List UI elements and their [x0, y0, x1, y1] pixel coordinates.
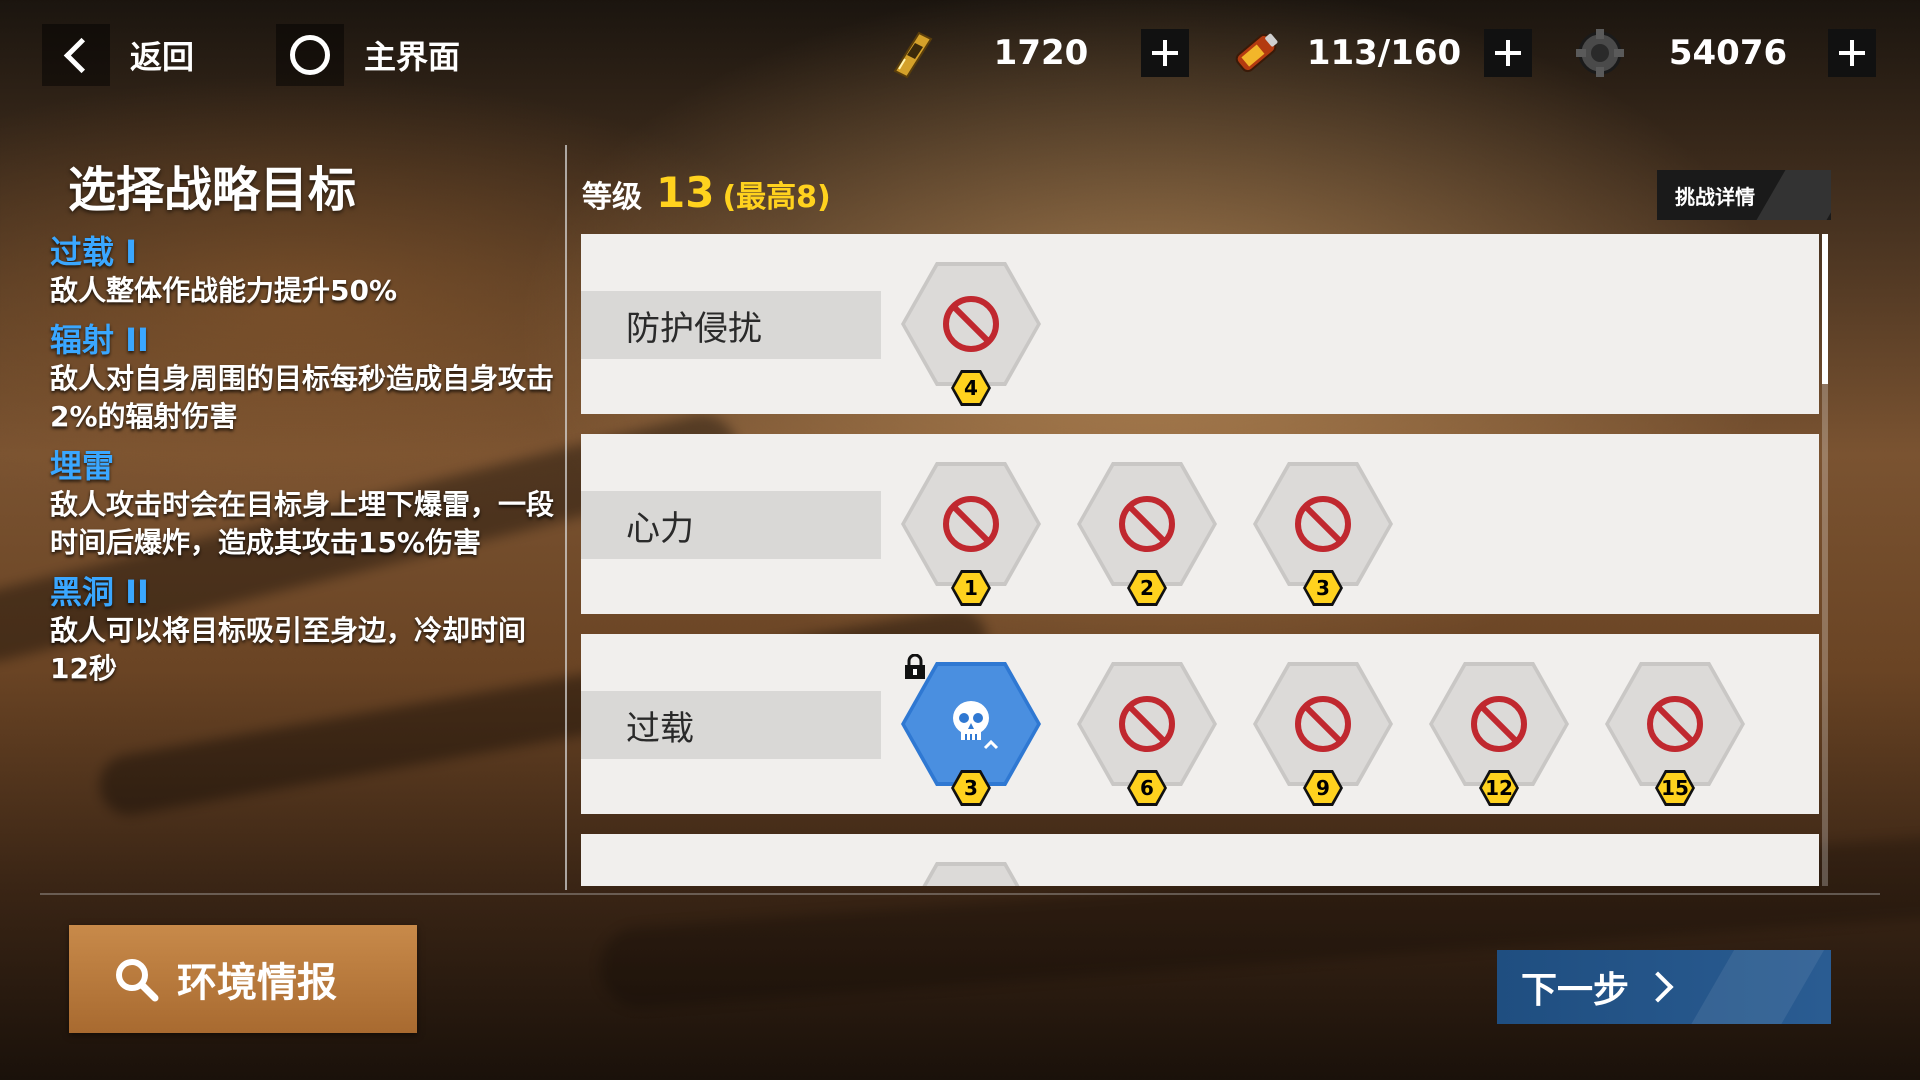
panel-divider	[565, 145, 567, 890]
battery-icon	[1235, 33, 1278, 73]
parts-add-button[interactable]	[1828, 29, 1876, 77]
search-icon	[116, 959, 159, 1002]
target-node-selected[interactable]: 3	[901, 654, 1041, 812]
target-row	[581, 834, 1819, 886]
effect-name: 黑洞 II	[50, 573, 149, 611]
page-title: 选择战略目标	[68, 162, 357, 218]
effect-name: 埋雷	[50, 447, 115, 485]
top-bar: 返回 主界面 1720 113/160 54076	[0, 0, 1920, 108]
back-arrow-icon	[42, 24, 110, 86]
effect-desc: 敌人整体作战能力提升50%	[50, 274, 398, 307]
effect-name: 辐射 II	[50, 321, 149, 359]
environment-intel-button[interactable]: 环境情报	[69, 925, 417, 1033]
level-label: 等级	[582, 180, 642, 215]
challenge-detail-label: 挑战详情	[1675, 184, 1755, 209]
level-max: (最高8)	[722, 180, 831, 215]
effect-item: 黑洞 II 敌人可以将目标吸引至身边，冷却时间12秒	[50, 572, 560, 688]
ban-icon	[1119, 696, 1175, 752]
resource-parts: 54076	[1572, 22, 1876, 84]
ban-icon	[1295, 496, 1351, 552]
target-node[interactable]: 6	[1077, 662, 1217, 812]
row-label: 过载	[581, 691, 881, 759]
skull-icon	[953, 701, 999, 750]
ban-icon	[1471, 696, 1527, 752]
target-row: 心力 1 2 3	[581, 434, 1819, 614]
home-label: 主界面	[364, 38, 461, 76]
target-node[interactable]	[901, 862, 1041, 886]
bottom-divider	[40, 893, 1880, 895]
ban-icon	[943, 496, 999, 552]
back-label: 返回	[130, 38, 195, 76]
target-row: 过载 3 6 9 12 15	[581, 634, 1819, 814]
parts-value: 54076	[1668, 33, 1788, 73]
fuel-add-button[interactable]	[1141, 29, 1189, 77]
effect-item: 埋雷 敌人攻击时会在目标身上埋下爆雷，一段时间后爆炸，造成其攻击15%伤害	[50, 446, 560, 562]
effect-name: 过载 I	[50, 233, 138, 271]
effects-list: 过载 I 敌人整体作战能力提升50% 辐射 II 敌人对自身周围的目标每秒造成自…	[50, 232, 560, 698]
ban-icon	[1295, 696, 1351, 752]
target-row: 防护侵扰 4	[581, 234, 1819, 414]
chevron-right-icon	[1642, 971, 1674, 1003]
rows-scrollbar-thumb[interactable]	[1822, 234, 1828, 384]
row-label: 心力	[581, 491, 881, 559]
target-node[interactable]: 2	[1077, 462, 1217, 612]
resource-fuel: 1720	[885, 22, 1189, 84]
battery-add-button[interactable]	[1484, 29, 1532, 77]
target-node[interactable]: 1	[901, 462, 1041, 612]
target-node[interactable]: 4	[901, 262, 1041, 412]
ban-icon	[1119, 496, 1175, 552]
environment-intel-label: 环境情报	[177, 960, 337, 1006]
target-node[interactable]: 9	[1253, 662, 1393, 812]
battery-value: 113/160	[1306, 33, 1462, 73]
target-rows: 防护侵扰 4 心力 1 2 3 过载 3 6 9 12 15	[581, 234, 1819, 886]
target-node[interactable]: 3	[1253, 462, 1393, 612]
resource-battery: 113/160	[1228, 22, 1532, 84]
back-button[interactable]: 返回	[42, 24, 195, 86]
gear-parts-icon	[1576, 29, 1624, 77]
row-label: 防护侵扰	[581, 291, 881, 359]
effect-desc: 敌人对自身周围的目标每秒造成自身攻击2%的辐射伤害	[50, 362, 555, 433]
next-step-label: 下一步	[1521, 970, 1630, 1011]
effect-item: 辐射 II 敌人对自身周围的目标每秒造成自身攻击2%的辐射伤害	[50, 320, 560, 436]
next-step-button[interactable]: 下一步	[1497, 950, 1831, 1024]
target-node[interactable]: 15	[1605, 662, 1745, 812]
challenge-detail-button[interactable]: 挑战详情	[1657, 170, 1831, 220]
fuel-value: 1720	[993, 33, 1089, 73]
level-display: 等级 13 (最高8)	[582, 168, 831, 217]
level-value: 13	[656, 168, 715, 217]
ban-icon	[943, 296, 999, 352]
effect-item: 过载 I 敌人整体作战能力提升50%	[50, 232, 560, 310]
lock-icon	[905, 654, 925, 679]
target-node[interactable]: 12	[1429, 662, 1569, 812]
fuel-icon	[893, 31, 933, 79]
home-ring-icon	[276, 24, 344, 86]
home-button[interactable]: 主界面	[276, 24, 461, 86]
ban-icon	[1647, 696, 1703, 752]
effect-desc: 敌人可以将目标吸引至身边，冷却时间12秒	[50, 614, 527, 685]
effect-desc: 敌人攻击时会在目标身上埋下爆雷，一段时间后爆炸，造成其攻击15%伤害	[50, 488, 555, 559]
